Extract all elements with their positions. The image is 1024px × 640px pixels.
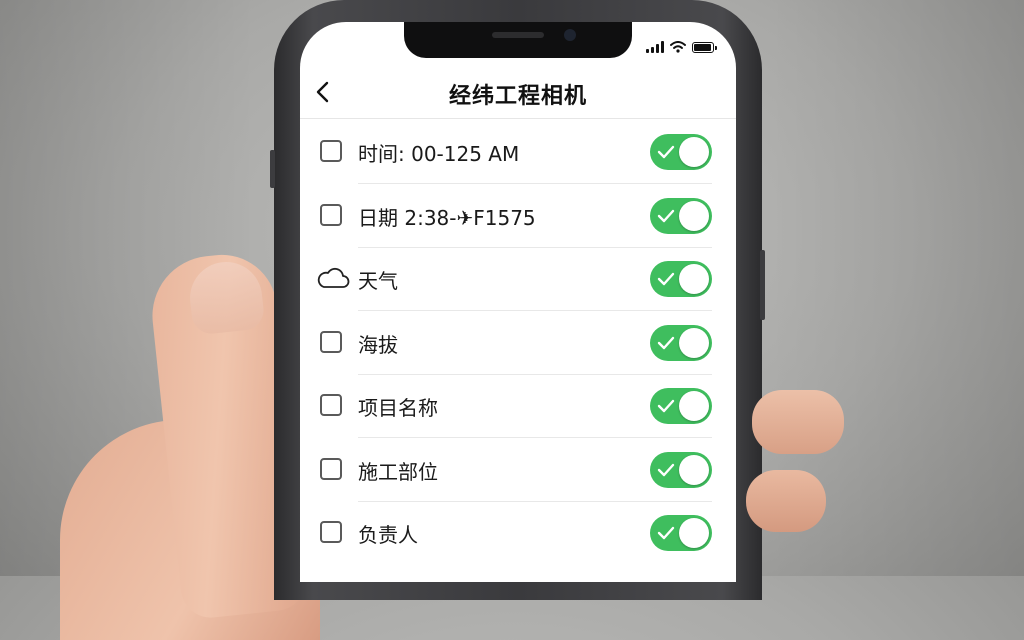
notch (404, 22, 632, 58)
app-header: 经纬工程相机 (300, 66, 736, 119)
divider (358, 310, 712, 311)
row-checkbox[interactable] (320, 457, 342, 480)
toggle-knob (679, 391, 709, 421)
toggle-knob (679, 518, 709, 548)
hand-right-fingers (746, 390, 852, 550)
divider (358, 183, 712, 184)
divider (358, 500, 712, 502)
toggle-knob (679, 264, 709, 294)
row-checkbox[interactable] (320, 330, 342, 353)
toggle-switch[interactable] (650, 261, 712, 297)
settings-row[interactable]: 日期 2:38-✈F1575 (316, 186, 712, 248)
toggle-switch[interactable] (650, 197, 712, 234)
settings-row[interactable]: 项目名称 (316, 376, 712, 438)
row-label: 日期 2:38-✈F1575 (358, 205, 536, 230)
settings-row[interactable]: 负责人 (316, 503, 712, 565)
toggle-knob (679, 200, 709, 231)
settings-row[interactable]: 施工部位 (316, 440, 712, 502)
phone-screen: 经纬工程相机 时间: 00-125 AM 日期 2:38-✈F1575 天气海拔项目… (300, 22, 736, 582)
speaker (492, 32, 544, 38)
wifi-icon (670, 41, 686, 53)
row-checkbox[interactable] (320, 521, 342, 543)
row-label: 海拔 (358, 332, 398, 357)
toggle-knob (679, 327, 709, 358)
settings-row[interactable]: 海拔 (316, 313, 712, 375)
row-label: 施工部位 (358, 459, 438, 484)
check-icon (657, 209, 675, 222)
toggle-switch[interactable] (650, 324, 712, 361)
divider (358, 373, 712, 375)
toggle-switch[interactable] (650, 451, 712, 488)
status-bar (646, 40, 717, 54)
row-label: 项目名称 (358, 396, 438, 420)
row-checkbox[interactable] (320, 203, 342, 226)
row-label: 负责人 (358, 523, 418, 547)
check-icon (657, 336, 675, 349)
check-icon (657, 526, 675, 540)
row-checkbox[interactable] (320, 140, 342, 162)
toggle-switch[interactable] (650, 515, 712, 551)
toggle-switch[interactable] (650, 388, 712, 424)
signal-icon (646, 41, 664, 53)
row-label: 天气 (358, 269, 398, 293)
divider (358, 437, 712, 438)
battery-icon (692, 41, 717, 53)
cloud-icon (317, 267, 350, 288)
toggle-knob (679, 454, 709, 485)
settings-row[interactable]: 时间: 00-125 AM (316, 122, 712, 184)
settings-row[interactable]: 天气 (316, 249, 712, 311)
check-icon (657, 272, 675, 286)
phone-side-button (760, 250, 765, 320)
row-label: 时间: 00-125 AM (358, 142, 520, 166)
divider (358, 246, 712, 248)
check-icon (657, 145, 675, 159)
toggle-switch[interactable] (650, 134, 712, 170)
front-camera (564, 29, 576, 41)
check-icon (657, 399, 675, 413)
check-icon (657, 463, 675, 476)
page-title: 经纬工程相机 (448, 84, 587, 109)
toggle-knob (679, 137, 709, 167)
phone-side-button (270, 150, 275, 188)
row-checkbox[interactable] (320, 394, 342, 416)
